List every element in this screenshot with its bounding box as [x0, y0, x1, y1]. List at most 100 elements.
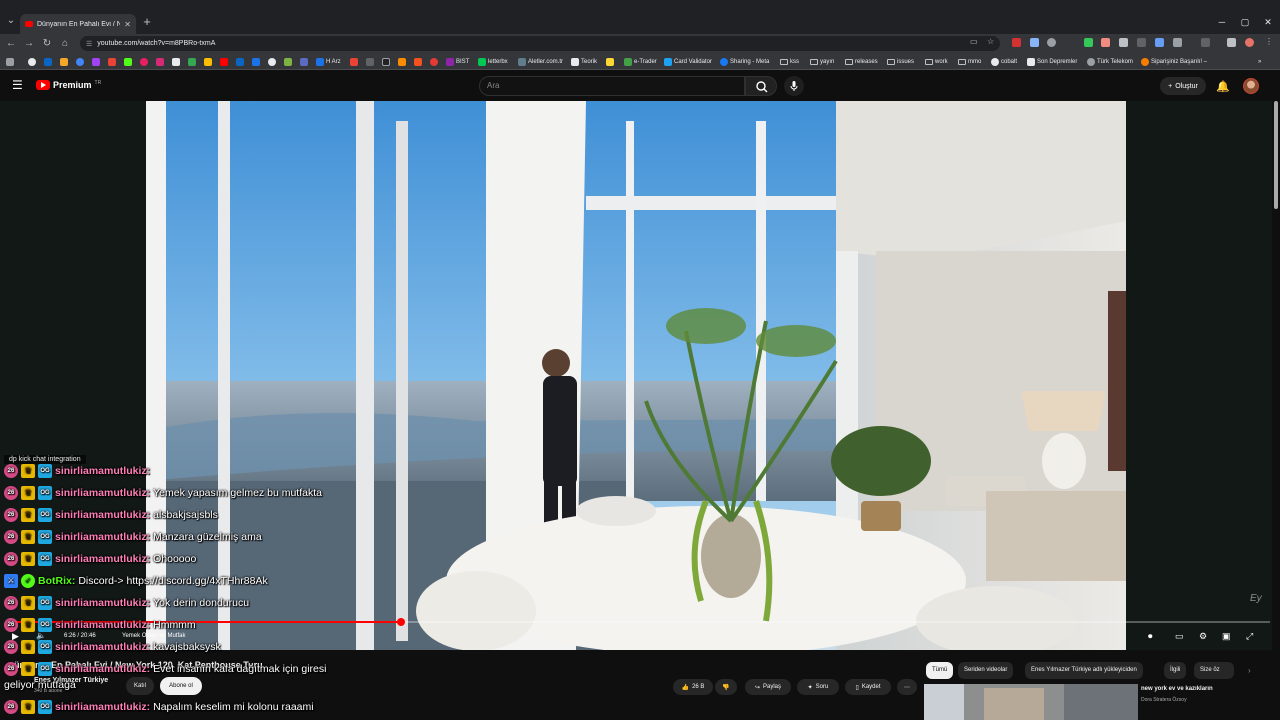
browser-menu-icon[interactable]: ⋮ [1265, 37, 1273, 46]
browser-tab-active[interactable]: Dünyanın En Pahalı Evi / New Y ✕ [20, 14, 136, 34]
bookmark-item[interactable]: e-Trader [624, 56, 657, 68]
bookmark-icon[interactable] [398, 56, 406, 68]
bookmark-folder[interactable]: work [925, 56, 948, 68]
extension-icon[interactable] [1047, 38, 1056, 47]
fullscreen-icon[interactable]: ⤢ [1246, 631, 1253, 642]
bookmark-item[interactable]: BIST [446, 56, 469, 68]
miniplayer-icon[interactable]: ▣ [1222, 631, 1231, 642]
bookmark-icon[interactable] [414, 56, 422, 68]
chip-for-you[interactable]: Size öz [1194, 662, 1234, 679]
bookmark-icon[interactable] [76, 56, 84, 68]
bookmark-icon[interactable] [284, 56, 292, 68]
back-icon[interactable]: ← [4, 36, 18, 52]
account-avatar[interactable] [1243, 78, 1259, 94]
bookmark-folder[interactable]: kss [780, 56, 799, 68]
video-frame[interactable] [146, 101, 1126, 650]
bookmark-icon[interactable] [140, 56, 148, 68]
autoplay-toggle-icon[interactable]: ⏺ [1148, 631, 1153, 642]
chip-related[interactable]: İlgili [1164, 662, 1187, 679]
bookmark-item[interactable]: Son Depremler [1027, 56, 1077, 68]
chip-from-uploader[interactable]: Enes Yılmazer Türkiye adlı yükleyiciden [1025, 662, 1143, 679]
subscribe-button[interactable]: Abone ol [160, 677, 202, 695]
channel-watermark[interactable]: Ey [1250, 593, 1262, 604]
minimize-window-icon[interactable]: ─ [1212, 14, 1232, 30]
bookmark-folder[interactable]: yayın [810, 56, 834, 68]
hamburger-menu-icon[interactable]: ☰ [12, 79, 24, 91]
bookmark-item[interactable]: H Arz [316, 56, 341, 68]
bookmark-icon[interactable] [300, 56, 308, 68]
youtube-premium-logo[interactable]: Premium TR [36, 80, 101, 90]
more-bookmarks-icon[interactable]: » [1258, 56, 1261, 68]
video-scrubber-handle[interactable] [397, 618, 405, 626]
bookmark-folder[interactable]: mmo [958, 56, 981, 68]
subtitles-icon[interactable]: ▭ [1175, 631, 1184, 642]
bookmark-icon[interactable] [44, 56, 52, 68]
bookmark-icon[interactable] [60, 56, 68, 68]
extension-icon[interactable] [1101, 38, 1110, 47]
chip-all[interactable]: Tümü [926, 662, 954, 679]
bookmark-item[interactable]: Türk Telekom [1087, 56, 1133, 68]
profile-icon[interactable] [1245, 38, 1254, 47]
bookmark-kick-icon[interactable] [124, 56, 132, 68]
chips-next-icon[interactable]: › [1248, 666, 1251, 675]
extensions-puzzle-icon[interactable] [1173, 38, 1182, 47]
voice-search-button[interactable] [784, 76, 804, 96]
chat-username[interactable]: sinirliamamutlukiz: [55, 641, 150, 653]
new-tab-button[interactable]: + [140, 14, 154, 30]
chat-username[interactable]: BotRix: [38, 575, 75, 587]
chat-username[interactable]: sinirliamamutlukiz: [55, 553, 150, 565]
extension-icon[interactable] [1119, 38, 1128, 47]
forward-icon[interactable]: → [22, 36, 36, 52]
bookmark-icon[interactable] [268, 56, 276, 68]
ask-button[interactable]: ✦ Soru [797, 679, 839, 695]
bookmark-star-icon[interactable]: ☆ [987, 37, 994, 46]
bookmark-icon[interactable] [92, 56, 100, 68]
bookmark-item[interactable]: Teorik [571, 56, 597, 68]
bookmark-folder[interactable]: issues [887, 56, 914, 68]
bookmark-icon[interactable] [252, 56, 260, 68]
reload-icon[interactable]: ↻ [40, 36, 54, 52]
bookmark-tiktok-icon[interactable] [382, 56, 390, 68]
bookmark-item[interactable]: Card Validator [664, 56, 712, 68]
bookmark-item[interactable]: letterbx [478, 56, 508, 68]
create-button[interactable]: + Oluştur [1160, 77, 1206, 95]
save-button[interactable]: ▯ Kaydet [845, 679, 891, 695]
extension-icon[interactable] [1155, 38, 1164, 47]
chat-username[interactable]: sinirliamamutlukiz: [55, 701, 150, 713]
bookmark-icon[interactable] [350, 56, 358, 68]
bookmark-item[interactable]: Sharing - Meta [720, 56, 769, 68]
chat-username[interactable]: sinirliamamutlukiz: [55, 509, 150, 521]
extension-icon[interactable] [1084, 38, 1093, 47]
bookmark-icon[interactable] [108, 56, 116, 68]
bookmark-item[interactable]: Aletler.com.tr [518, 56, 563, 68]
home-icon[interactable]: ⌂ [58, 36, 72, 52]
bookmark-icon[interactable] [188, 56, 196, 68]
chip-series-videos[interactable]: Seriden videolar [958, 662, 1014, 679]
share-button[interactable]: ↪ Paylaş [745, 679, 791, 695]
recommended-video-title[interactable]: new york ev ve kazıkların [1141, 686, 1213, 692]
close-window-icon[interactable]: ✕ [1258, 14, 1278, 30]
bookmark-icon[interactable] [430, 56, 438, 68]
bookmark-icon[interactable] [204, 56, 212, 68]
address-bar[interactable]: ☰ youtube.com/watch?v=m8PBRo-txmA [80, 36, 1000, 51]
apps-grid-icon[interactable] [6, 56, 14, 68]
side-panel-icon[interactable] [1201, 38, 1210, 47]
bookmark-item[interactable]: Siparişiniz Başarılı! – [1141, 56, 1207, 68]
extension-icon[interactable] [1012, 38, 1021, 47]
join-button[interactable]: Katıl [126, 677, 154, 695]
bookmark-folder[interactable]: releases [845, 56, 878, 68]
notifications-bell-icon[interactable]: 🔔 [1216, 80, 1230, 93]
chat-username[interactable]: sinirliamamutlukiz: [55, 619, 150, 631]
bookmark-x-icon[interactable] [172, 56, 180, 68]
extension-icon[interactable] [1030, 38, 1039, 47]
tab-list-dropdown-icon[interactable]: ⌄ [4, 14, 18, 28]
dislike-button[interactable]: 👎 [715, 679, 737, 695]
extension-icon[interactable] [1137, 38, 1146, 47]
bookmark-icon[interactable] [606, 56, 614, 68]
chat-username[interactable]: sinirliamamutlukiz: [55, 663, 150, 675]
bookmark-icon[interactable] [220, 56, 228, 68]
site-info-icon[interactable]: ☰ [86, 40, 92, 48]
page-scrollbar[interactable] [1274, 101, 1278, 209]
chat-username[interactable]: sinirliamamutlukiz: [55, 465, 150, 477]
bookmark-github-icon[interactable] [28, 56, 36, 68]
